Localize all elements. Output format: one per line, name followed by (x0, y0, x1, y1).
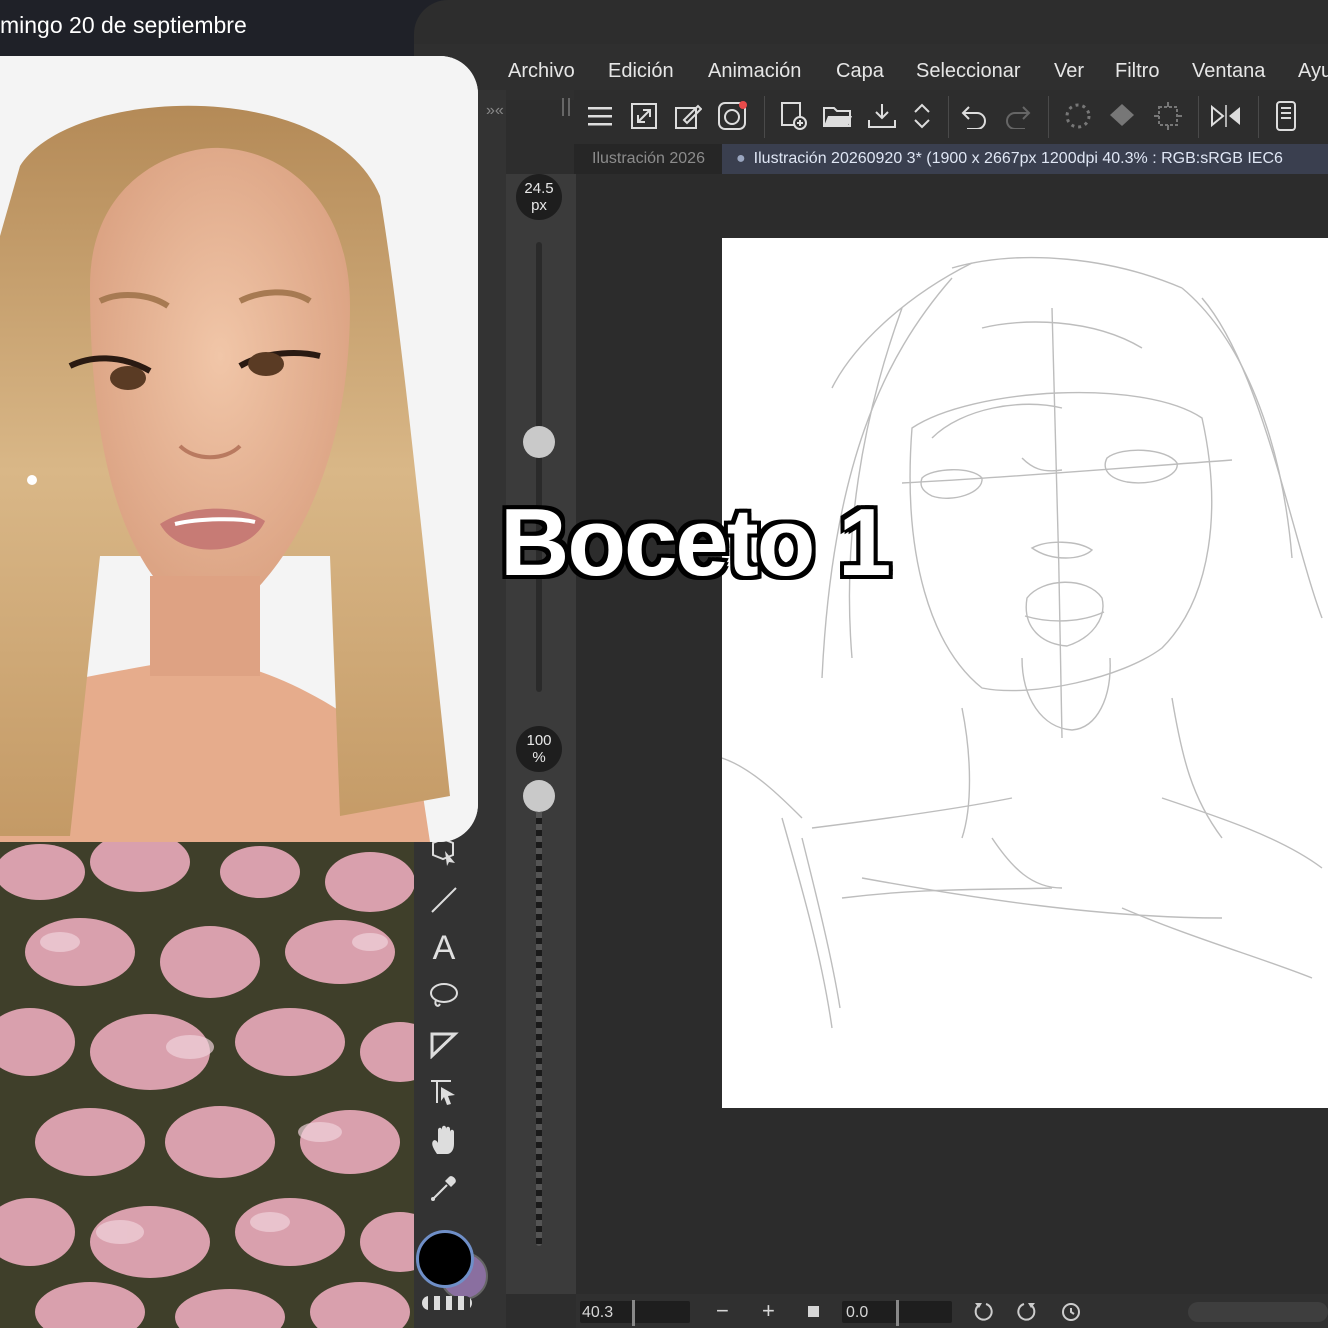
sketch-drawing (721, 256, 1323, 1029)
zoom-value: 40.3 (582, 1304, 614, 1321)
lasso-icon[interactable] (422, 974, 466, 1018)
petals-background-image (0, 842, 414, 1328)
opacity-knob[interactable] (523, 780, 555, 812)
zoom-slider-thumb[interactable] (632, 1300, 635, 1326)
loading-icon[interactable] (1060, 98, 1096, 134)
brush-size-knob[interactable] (523, 426, 555, 458)
hand-icon[interactable] (422, 1118, 466, 1162)
zoom-out-button[interactable]: − (716, 1298, 729, 1324)
reference-photo (0, 56, 478, 842)
brush-slider-panel: 24.5 px 100 % (506, 174, 576, 1294)
opacity-unit: % (532, 749, 546, 766)
new-canvas-icon[interactable] (776, 98, 812, 134)
canvas-paper[interactable] (721, 238, 1328, 1108)
crop-icon[interactable] (1150, 98, 1186, 134)
dock-grip-icon[interactable] (562, 98, 570, 116)
move-layer-icon[interactable] (422, 1070, 466, 1114)
opacity-readout: 100 % (516, 726, 562, 772)
rotation-slider-thumb[interactable] (896, 1300, 899, 1326)
fill-selection-icon[interactable] (1104, 98, 1140, 134)
command-bar (574, 90, 1328, 144)
portrait-image (0, 56, 478, 842)
eyedropper-icon[interactable] (422, 1166, 466, 1210)
transparent-color-swatch[interactable] (422, 1296, 472, 1310)
overlay-title: Boceto 1 (500, 489, 891, 596)
fit-screen-icon[interactable] (626, 98, 662, 134)
status-date: mingo 20 de septiembre (0, 12, 247, 38)
menu-ayuda[interactable]: Ayu (1298, 60, 1328, 83)
brush-size-readout: 24.5 px (516, 174, 562, 220)
device-icon[interactable] (1268, 98, 1304, 134)
tab-document-inactive[interactable]: Ilustración 2026 (586, 144, 720, 174)
updown-icon[interactable] (904, 98, 940, 134)
open-file-icon[interactable] (820, 98, 856, 134)
fill-icon[interactable] (422, 1022, 466, 1066)
edit-layer-icon[interactable] (670, 98, 706, 134)
collapse-chevrons-icon[interactable]: »« (486, 102, 504, 120)
brush-size-unit: px (531, 197, 547, 214)
brush-size-value: 24.5 (524, 180, 554, 197)
fit-view-button[interactable] (808, 1306, 819, 1317)
redo-icon[interactable] (1000, 98, 1036, 134)
menu-seleccionar[interactable]: Seleccionar (916, 60, 1021, 83)
zoom-in-button[interactable]: + (762, 1298, 775, 1324)
tab-document-active-label: Ilustración 20260920 3* (1900 x 2667px 1… (753, 150, 1283, 167)
rotate-right-icon[interactable] (1016, 1300, 1038, 1327)
document-tabs: Ilustración 2026 ● Ilustración 20260920 3… (574, 144, 1328, 174)
tab-document-active[interactable]: ● Ilustración 20260920 3* (1900 x 2667px … (722, 144, 1328, 174)
undo-icon[interactable] (956, 98, 992, 134)
status-strip: mingo 20 de septiembre (0, 0, 480, 56)
tab-modified-dot-icon: ● (736, 150, 746, 167)
reset-rotation-icon[interactable] (1060, 1300, 1082, 1327)
rotate-left-icon[interactable] (972, 1300, 994, 1327)
app-window: Archivo Edición Animación Capa Seleccion… (414, 0, 1328, 1328)
canvas-area[interactable] (576, 174, 1328, 1294)
opacity-value: 100 (526, 732, 552, 749)
save-icon[interactable] (864, 98, 900, 134)
menu-filtro[interactable]: Filtro (1115, 60, 1159, 83)
text-icon[interactable]: A (422, 926, 466, 970)
line-icon[interactable] (422, 878, 466, 922)
menu-ver[interactable]: Ver (1054, 60, 1084, 83)
brush-size-track[interactable] (536, 242, 542, 692)
opacity-track[interactable] (536, 794, 542, 1246)
menu-edicion[interactable]: Edición (608, 60, 674, 83)
menu-icon[interactable] (582, 98, 618, 134)
petals-image (0, 842, 414, 1328)
layer-bar-handle[interactable] (1188, 1302, 1328, 1322)
main-color-swatch[interactable] (416, 1230, 474, 1288)
companion-icon[interactable] (714, 98, 750, 134)
menu-ventana[interactable]: Ventana (1192, 60, 1265, 83)
flip-horizontal-icon[interactable] (1208, 98, 1244, 134)
menu-archivo[interactable]: Archivo (508, 60, 575, 83)
menu-capa[interactable]: Capa (836, 60, 884, 83)
rotation-value: 0.0 (846, 1304, 869, 1321)
navigator-bar: 40.3 − + 0.0 (576, 1294, 1328, 1328)
menu-animacion[interactable]: Animación (708, 60, 801, 83)
